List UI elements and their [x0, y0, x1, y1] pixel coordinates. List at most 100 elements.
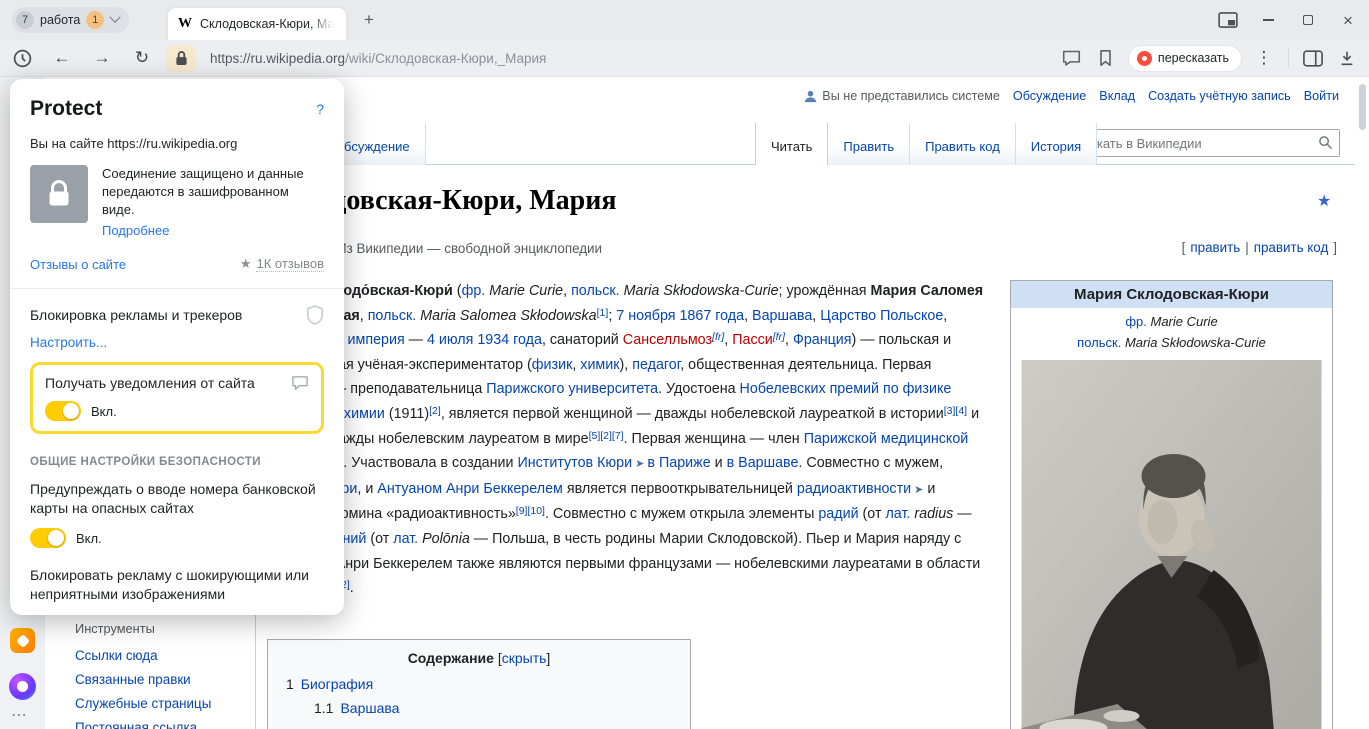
article-link[interactable]: радиоактивности: [797, 481, 911, 497]
article-link[interactable]: 1934 года: [477, 332, 542, 348]
active-tab[interactable]: W Склодовская-Кюри, Ма: [168, 8, 346, 40]
wiki-search: [1072, 129, 1340, 157]
notifications-toggle[interactable]: [45, 401, 81, 421]
adblock-label: Блокировка рекламы и трекеров: [30, 307, 242, 323]
secure-text: Соединение защищено и данные передаются …: [102, 166, 304, 217]
article-link[interactable]: польск.: [1077, 335, 1121, 350]
personal-link-talk[interactable]: Обсуждение: [1013, 89, 1086, 103]
yandex-services-icon[interactable]: [10, 628, 35, 653]
article-link[interactable]: в Париже: [647, 455, 710, 471]
footnote-ref[interactable]: [fr]: [773, 331, 785, 343]
article-text: (от: [859, 506, 886, 522]
sidebar-link-special-pages[interactable]: Служебные страницы: [75, 696, 211, 711]
bookmark-icon[interactable]: [1094, 46, 1118, 70]
history-icon[interactable]: [10, 46, 34, 70]
toc-item-warsaw: 1.1Варшава: [282, 700, 676, 716]
tab-read[interactable]: Читать: [755, 123, 828, 165]
article-link[interactable]: Нобелевских премий: [740, 381, 879, 397]
url-host: https://ru.wikipedia.org: [210, 51, 345, 66]
toc-link-biography[interactable]: Биография: [301, 676, 373, 692]
article-link[interactable]: радий: [818, 506, 858, 522]
toc-hide-link[interactable]: скрыть: [502, 650, 547, 666]
personal-link-create-account[interactable]: Создать учётную запись: [1148, 89, 1291, 103]
search-icon[interactable]: [1318, 135, 1333, 155]
article-link[interactable]: Франция: [793, 332, 852, 348]
edit-link[interactable]: править: [1190, 240, 1240, 255]
footnote-ref[interactable]: [9][10]: [516, 505, 545, 517]
article-link[interactable]: химик: [580, 357, 619, 373]
reviews-count[interactable]: 1К отзывов: [256, 256, 324, 272]
tab-edit[interactable]: Править: [828, 123, 910, 165]
toc-link-warsaw[interactable]: Варшава: [340, 700, 399, 716]
tab-history[interactable]: История: [1016, 123, 1097, 165]
maximize-button[interactable]: [1295, 7, 1321, 33]
back-icon[interactable]: ←: [50, 46, 74, 70]
sidebar-link-permanent-link[interactable]: Постоянная ссылка: [75, 720, 211, 729]
scrollbar-thumb[interactable]: [1359, 84, 1366, 130]
footnote-ref[interactable]: [5][2][7]: [589, 430, 624, 442]
tab-edit-code[interactable]: Править код: [910, 123, 1016, 165]
retell-icon: [1137, 51, 1152, 66]
edit-code-link[interactable]: править код: [1254, 240, 1329, 255]
security-section-header: ОБЩИЕ НАСТРОЙКИ БЕЗОПАСНОСТИ: [30, 456, 324, 468]
article-link[interactable]: Варшава: [752, 308, 812, 324]
article-text: (1911): [385, 406, 429, 422]
footnote-ref[interactable]: [2]: [429, 405, 441, 417]
comments-icon[interactable]: [1060, 46, 1084, 70]
article-link[interactable]: физик: [532, 357, 573, 373]
article-link[interactable]: польск.: [368, 308, 417, 324]
portrait-photo[interactable]: [1021, 360, 1322, 729]
article-link[interactable]: педагог: [632, 357, 680, 373]
search-input[interactable]: [1072, 129, 1340, 157]
retell-button[interactable]: пересказать: [1128, 45, 1242, 72]
forward-icon[interactable]: →: [90, 46, 114, 70]
article-text: ,: [563, 283, 571, 299]
footnote-ref[interactable]: [fr]: [712, 331, 724, 343]
card-warning-toggle[interactable]: [30, 528, 66, 548]
tab-group-active-badge: 1: [86, 11, 104, 29]
pip-icon[interactable]: [1215, 7, 1241, 33]
article-link[interactable]: польск.: [571, 283, 620, 299]
configure-link[interactable]: Настроить...: [30, 335, 107, 350]
help-link[interactable]: ?: [316, 101, 324, 117]
article-link[interactable]: Институтов Кюри: [517, 455, 632, 471]
more-actions-icon[interactable]: ⋮: [1252, 46, 1276, 70]
address-bar[interactable]: https://ru.wikipedia.org/wiki/Склодовска…: [210, 51, 1044, 66]
article-link[interactable]: 4 июля: [427, 332, 473, 348]
infobox-name-fr: фр. Marie Curie: [1011, 314, 1332, 329]
more-services-icon[interactable]: ⋯: [11, 705, 28, 725]
article-link[interactable]: в Варшаве: [727, 455, 799, 471]
side-panels-icon[interactable]: [1301, 46, 1325, 70]
alice-assistant-icon[interactable]: [9, 673, 36, 700]
downloads-icon[interactable]: [1335, 46, 1359, 70]
article-text: ; урождённая: [779, 283, 871, 299]
article-link[interactable]: Царство Польское: [820, 308, 943, 324]
new-tab-button[interactable]: +: [358, 9, 380, 31]
tab-group-chip[interactable]: 7 работа 1: [12, 7, 129, 33]
refresh-icon[interactable]: ↻: [130, 46, 154, 70]
personal-link-login[interactable]: Войти: [1304, 89, 1339, 103]
watchlist-star-icon[interactable]: ★: [1317, 191, 1331, 211]
article-text: (: [453, 283, 462, 299]
article-link[interactable]: фр.: [1125, 314, 1147, 329]
minimize-button[interactable]: [1255, 7, 1281, 33]
personal-link-contributions[interactable]: Вклад: [1099, 89, 1135, 103]
article-link[interactable]: лат.: [393, 531, 418, 547]
sidebar-link-whatlinkshere[interactable]: Ссылки сюда: [75, 648, 211, 663]
close-button[interactable]: ×: [1335, 7, 1361, 33]
details-link[interactable]: Подробнее: [102, 222, 169, 240]
article-link[interactable]: 7 ноября: [616, 308, 675, 324]
article-link[interactable]: по физике: [883, 381, 951, 397]
site-security-lock-icon[interactable]: [166, 45, 196, 72]
site-reviews-link[interactable]: Отзывы о сайте: [30, 257, 126, 272]
article-link[interactable]: лат.: [885, 506, 910, 522]
footnote-ref[interactable]: [3][4]: [944, 405, 967, 417]
article-link[interactable]: Антуаном Анри Беккерелем: [377, 481, 563, 497]
footnote-ref[interactable]: [1]: [597, 307, 609, 319]
article-link[interactable]: фр.: [462, 283, 486, 299]
sidebar-link-related-changes[interactable]: Связанные правки: [75, 672, 211, 687]
article-redlink[interactable]: Пасси: [732, 332, 773, 348]
article-link[interactable]: 1867 года: [679, 308, 744, 324]
article-redlink[interactable]: Санселльмоз: [623, 332, 712, 348]
article-link[interactable]: Парижского университета: [486, 381, 658, 397]
